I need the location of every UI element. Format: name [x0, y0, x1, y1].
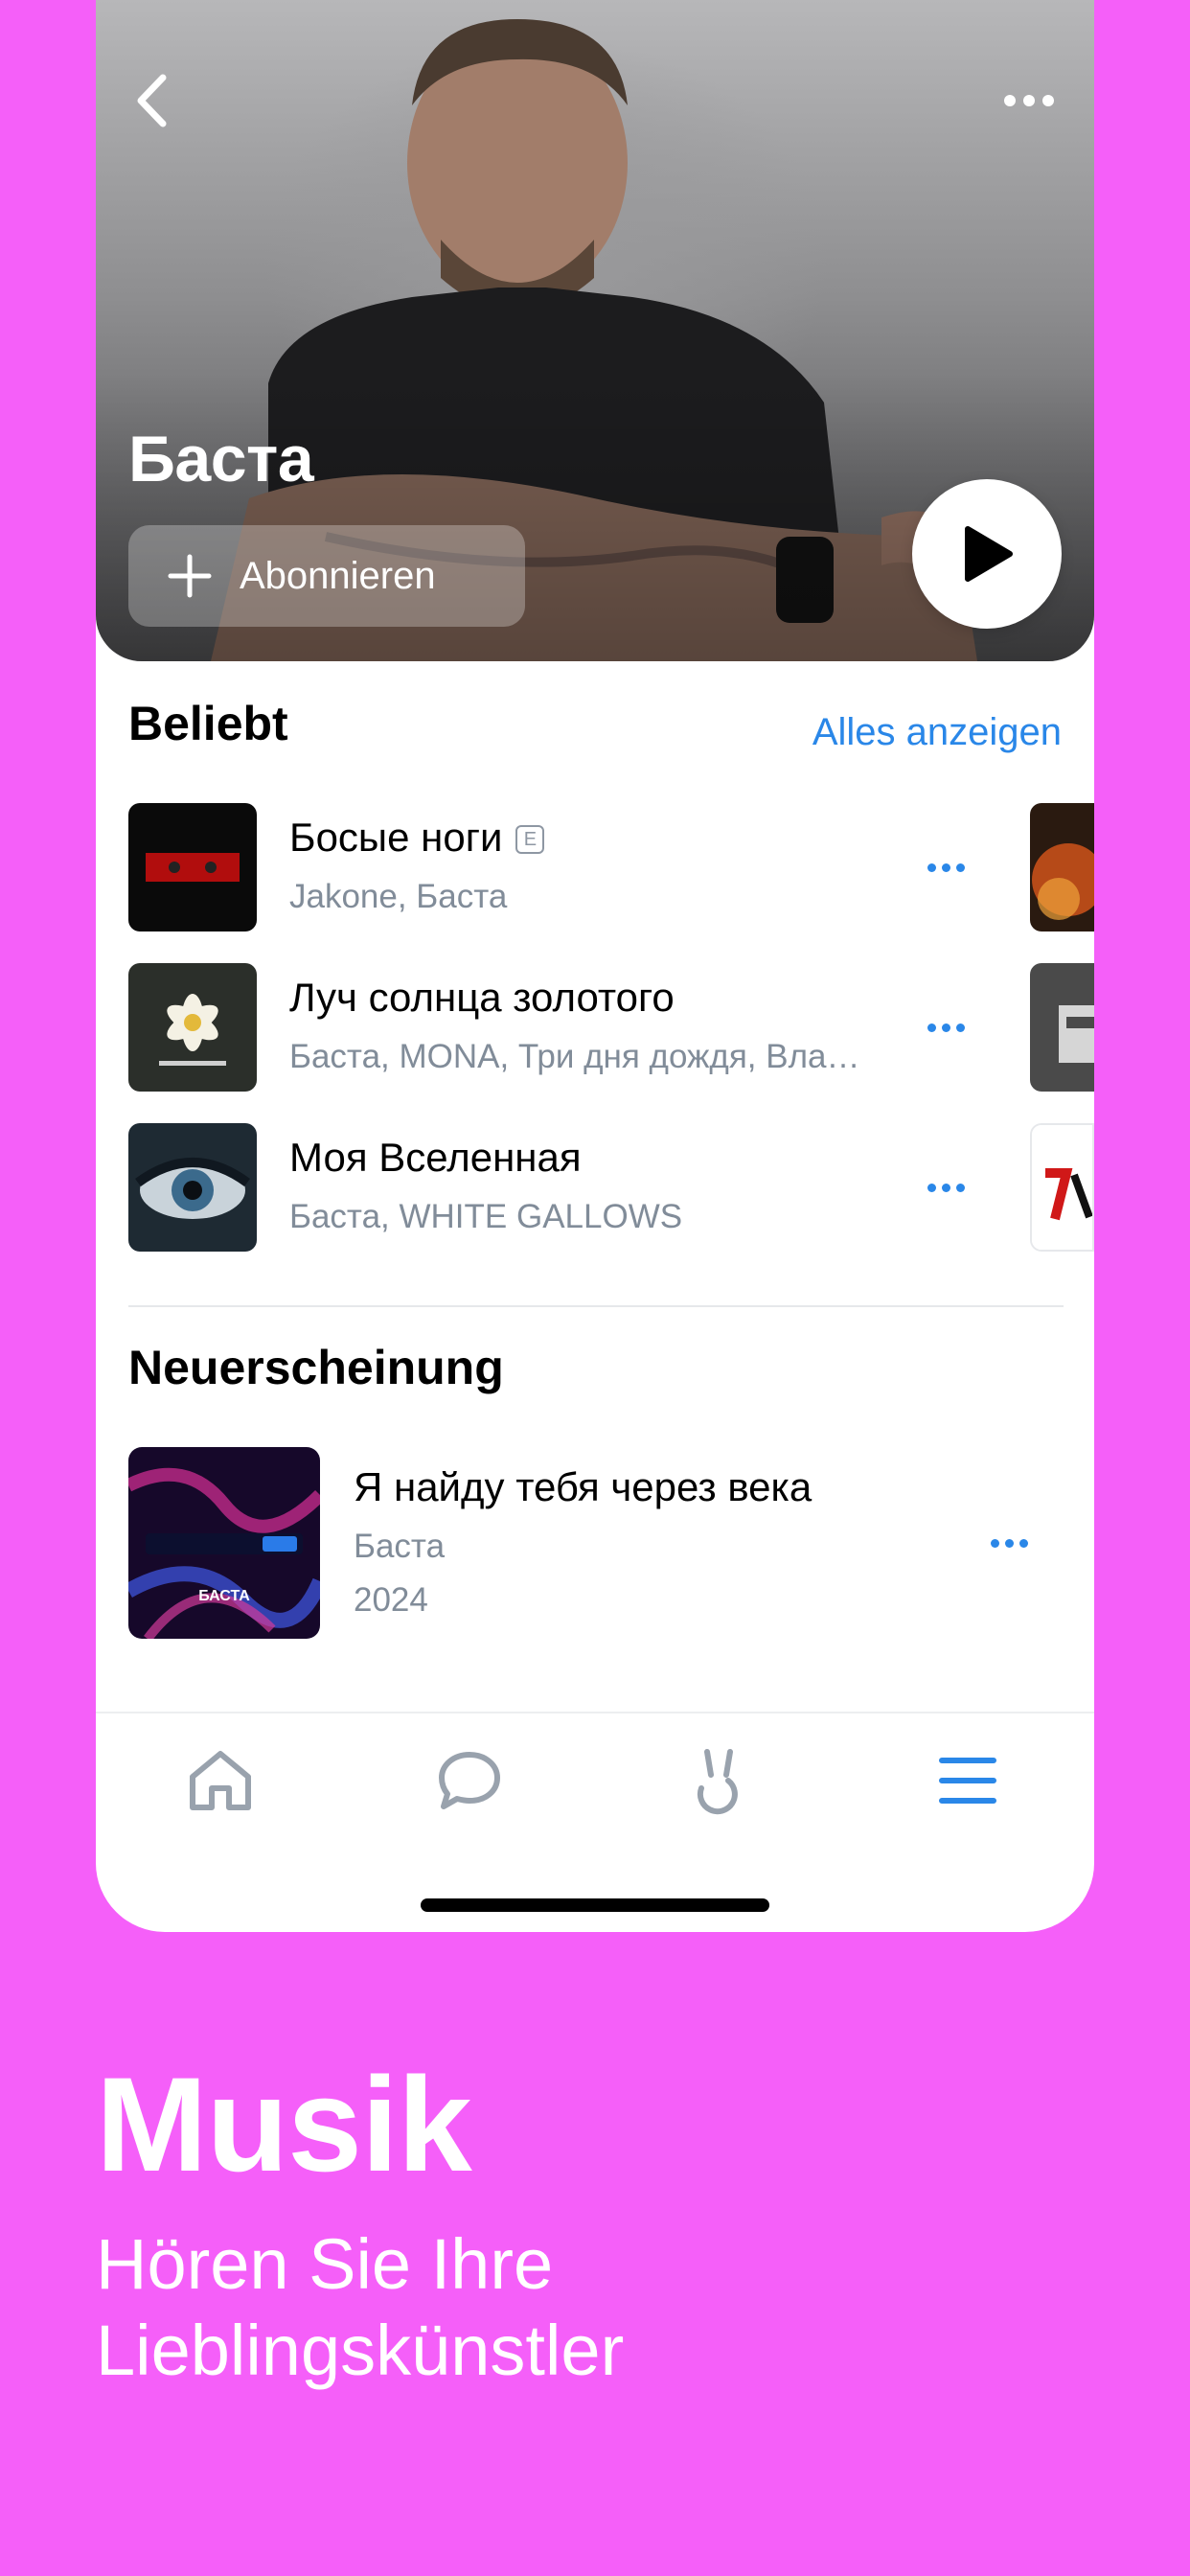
- phone-frame: Баста Abonnieren Beliebt Alles anzeigen …: [96, 0, 1094, 1932]
- back-button[interactable]: [123, 67, 180, 134]
- release-cover-text: БАСТА: [198, 1588, 250, 1604]
- track-row[interactable]: Босые ноги E Jakone, Баста: [128, 803, 1048, 932]
- artist-name: Баста: [128, 423, 314, 495]
- track-more-button[interactable]: [912, 1005, 979, 1049]
- home-indicator: [421, 1898, 769, 1912]
- track-more-button[interactable]: [912, 845, 979, 889]
- dot: [1018, 1538, 1028, 1548]
- dot: [955, 862, 965, 872]
- chevron-left-icon: [137, 74, 167, 127]
- track-artists: Баста, WHITE GALLOWS: [289, 1198, 683, 1235]
- dot: [955, 1023, 965, 1032]
- subscribe-label: Abonnieren: [240, 554, 436, 597]
- dot: [941, 862, 950, 872]
- dot: [1004, 95, 1016, 106]
- dot: [990, 1538, 999, 1548]
- dot: [1004, 1538, 1014, 1548]
- track-cover: [128, 803, 257, 932]
- dot: [927, 862, 936, 872]
- tab-home[interactable]: [182, 1742, 259, 1819]
- menu-icon: [939, 1758, 996, 1804]
- dot: [955, 1183, 965, 1192]
- track-cover: [128, 963, 257, 1092]
- track-title-text: Босые ноги: [289, 815, 503, 860]
- next-column-cover[interactable]: [1030, 1123, 1094, 1252]
- new-release-title: Neuerscheinung: [128, 1341, 504, 1394]
- dot: [941, 1023, 950, 1032]
- next-column-cover[interactable]: [1030, 963, 1094, 1092]
- plus-icon: [168, 554, 212, 598]
- release-cover[interactable]: БАСТА: [128, 1447, 320, 1639]
- artist-hero: Баста Abonnieren: [96, 0, 1094, 661]
- track-title: Босые ноги E: [289, 815, 545, 861]
- promo-subtitle: Hören Sie Ihre Lieblingskünstler: [96, 2224, 625, 2390]
- explicit-badge: E: [515, 825, 545, 854]
- release-more-button[interactable]: [975, 1521, 1042, 1565]
- more-options-button[interactable]: [991, 77, 1067, 125]
- popular-title: Beliebt: [128, 697, 288, 750]
- release-title: Я найду тебя через века: [354, 1464, 812, 1509]
- dot: [1042, 95, 1054, 106]
- dot: [927, 1183, 936, 1192]
- tab-menu[interactable]: [929, 1742, 1006, 1819]
- clips-icon: [697, 1749, 738, 1815]
- track-row[interactable]: Моя Вселенная Баста, WHITE GALLOWS: [128, 1123, 1048, 1252]
- play-button[interactable]: [912, 479, 1062, 629]
- section-divider: [128, 1305, 1064, 1307]
- dot: [941, 1183, 950, 1192]
- dot: [1023, 95, 1035, 106]
- subscribe-button[interactable]: Abonnieren: [128, 525, 525, 627]
- messages-icon: [439, 1752, 500, 1809]
- track-title: Моя Вселенная: [289, 1135, 582, 1180]
- next-column-cover[interactable]: [1030, 803, 1094, 932]
- release-year: 2024: [354, 1581, 428, 1619]
- track-title: Луч солнца золотого: [289, 975, 675, 1020]
- track-artists: Jakone, Баста: [289, 878, 508, 915]
- dot: [927, 1023, 936, 1032]
- track-row[interactable]: Луч солнца золотого Баста, MONA, Три дня…: [128, 963, 1048, 1092]
- release-artist: Баста: [354, 1528, 446, 1565]
- promo-title: Musik: [96, 2049, 472, 2199]
- tabbar-divider: [96, 1712, 1094, 1714]
- tab-messages[interactable]: [431, 1742, 508, 1819]
- home-icon: [190, 1751, 251, 1810]
- show-all-link[interactable]: Alles anzeigen: [812, 711, 1062, 754]
- play-icon: [965, 526, 1013, 582]
- tab-clips[interactable]: [680, 1742, 757, 1819]
- track-cover: [128, 1123, 257, 1252]
- track-more-button[interactable]: [912, 1165, 979, 1209]
- track-artists: Баста, MONA, Три дня дождя, Вла…: [289, 1038, 860, 1075]
